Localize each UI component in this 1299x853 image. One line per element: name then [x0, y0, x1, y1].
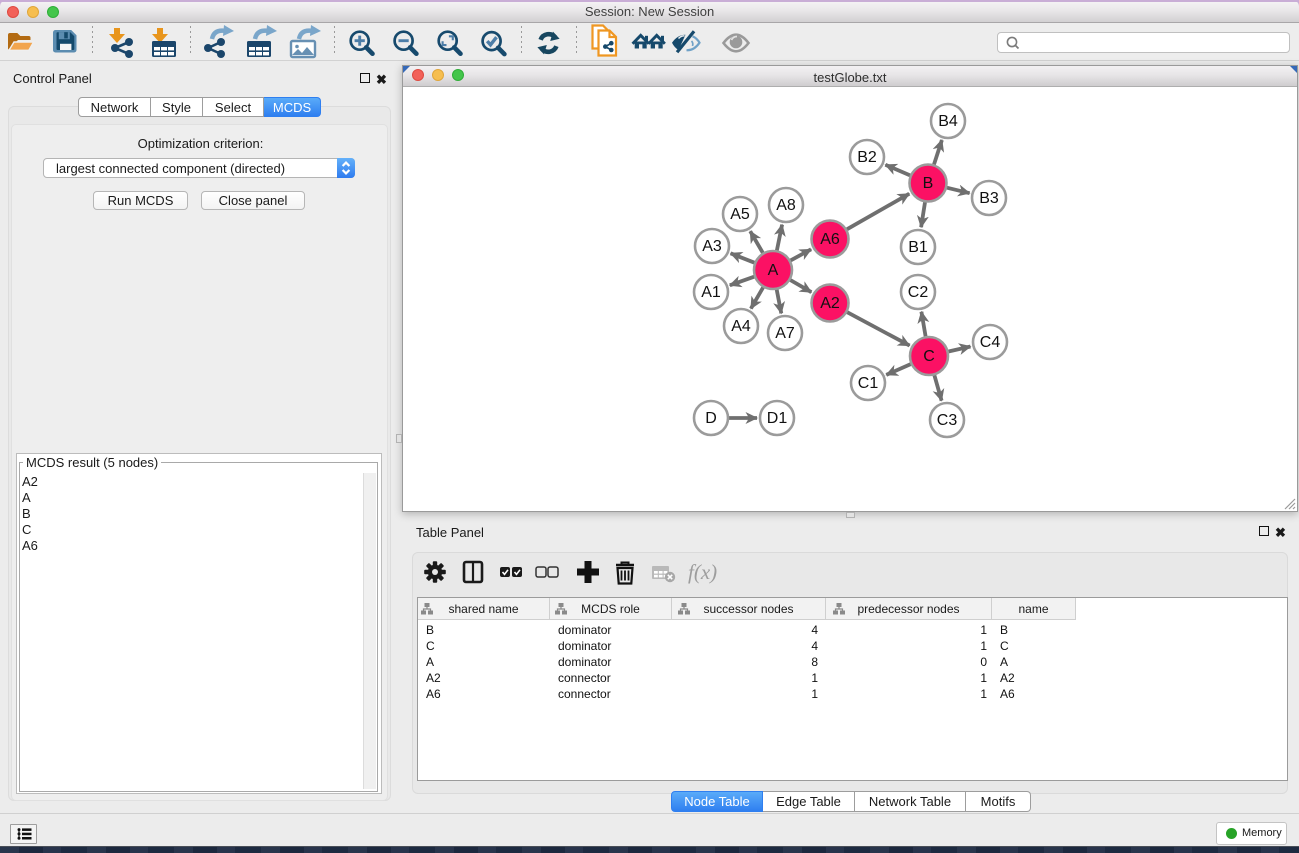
svg-text:A6: A6 [820, 231, 840, 248]
svg-text:A1: A1 [701, 284, 721, 301]
svg-text:B1: B1 [908, 239, 928, 256]
svg-text:B: B [923, 175, 934, 192]
svg-text:C: C [923, 348, 935, 365]
svg-text:A7: A7 [775, 325, 795, 342]
svg-text:D: D [705, 410, 717, 427]
svg-text:A: A [768, 262, 779, 279]
svg-text:C3: C3 [937, 412, 958, 429]
svg-text:f(x): f(x) [688, 560, 717, 584]
svg-text:C2: C2 [908, 284, 929, 301]
svg-text:B4: B4 [938, 113, 958, 130]
svg-text:B3: B3 [979, 190, 999, 207]
svg-text:C1: C1 [858, 375, 879, 392]
svg-text:D1: D1 [767, 410, 788, 427]
svg-text:A5: A5 [730, 206, 750, 223]
svg-text:A3: A3 [702, 238, 722, 255]
svg-text:A4: A4 [731, 318, 751, 335]
svg-text:A8: A8 [776, 197, 796, 214]
svg-text:A2: A2 [820, 295, 840, 312]
svg-text:B2: B2 [857, 149, 877, 166]
svg-text:C4: C4 [980, 334, 1001, 351]
